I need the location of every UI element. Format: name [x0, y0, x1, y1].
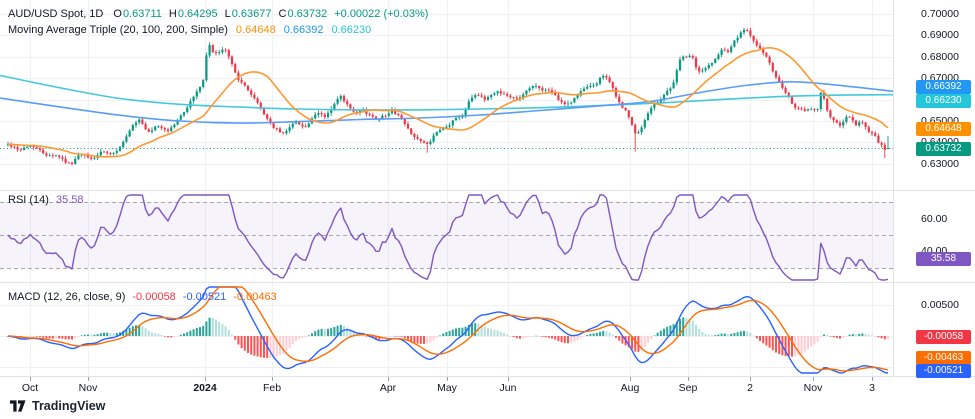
time-axis-label: 3 [869, 381, 875, 395]
macd-signal-value: -0.00463 [233, 291, 276, 303]
ma200-value: 0.66230 [331, 24, 371, 36]
close-value: 0.63732 [287, 8, 327, 20]
rsi-legend-label[interactable]: RSI (14) [8, 194, 49, 206]
time-axis-label: Feb [263, 381, 281, 395]
tradingview-chart: AUD/USD Spot, 1D O0.63711 H0.64295 L0.63677… [0, 0, 975, 419]
high-value: 0.64295 [178, 8, 218, 20]
macd-hist-value: -0.00058 [132, 291, 175, 303]
price-pane[interactable] [0, 28, 893, 166]
tradingview-logo-icon [10, 400, 26, 412]
macd-line-value: -0.00521 [183, 291, 226, 303]
rsi-legend: RSI (14) 35.58 [8, 193, 84, 207]
time-axis-label: Jun [500, 381, 517, 395]
ma20-value: 0.64648 [236, 24, 276, 36]
low-label: L [225, 8, 231, 20]
tradingview-logo[interactable]: TradingView [10, 399, 105, 413]
time-axis-label: 2 [747, 381, 753, 395]
rsi-value: 35.58 [56, 194, 84, 206]
change-value: +0.00022 (+0.03%) [334, 8, 428, 20]
tradingview-logo-text: TradingView [32, 399, 105, 413]
close-label: C [279, 8, 287, 20]
rsi-pane[interactable] [0, 195, 893, 280]
time-axis-label: Oct [22, 381, 38, 395]
symbol-legend: AUD/USD Spot, 1D O0.63711 H0.64295 L0.63677… [8, 6, 428, 22]
ma-legend-label[interactable]: Moving Average Triple (20, 100, 200, Sim… [8, 24, 228, 36]
ma-legend: Moving Average Triple (20, 100, 200, Sim… [8, 22, 428, 38]
symbol-title[interactable]: AUD/USD Spot, 1D [8, 8, 103, 20]
time-axis-label: 2024 [193, 381, 216, 395]
macd-legend: MACD (12, 26, close, 9) -0.00058 -0.00521-… [8, 290, 277, 304]
time-axis-label: May [437, 381, 457, 395]
macd-legend-label[interactable]: MACD (12, 26, close, 9) [8, 291, 125, 303]
time-axis-label: Sep [679, 381, 698, 395]
time-axis-label: Apr [380, 381, 396, 395]
low-value: 0.63677 [232, 8, 272, 20]
time-axis-label: Aug [621, 381, 640, 395]
time-axis-label: Nov [804, 381, 823, 395]
high-label: H [169, 8, 177, 20]
open-label: O [113, 8, 122, 20]
ma100-value: 0.66392 [284, 24, 324, 36]
time-axis-label: Nov [79, 381, 98, 395]
open-value: 0.63711 [123, 8, 162, 20]
time-axis[interactable]: Oct Nov 2024 Feb Apr May Jun Aug Sep 2 Nov 3 [0, 381, 975, 396]
chart-legend: AUD/USD Spot, 1D O0.63711 H0.64295 L0.63677… [8, 6, 428, 38]
chart-canvas[interactable] [0, 0, 975, 419]
